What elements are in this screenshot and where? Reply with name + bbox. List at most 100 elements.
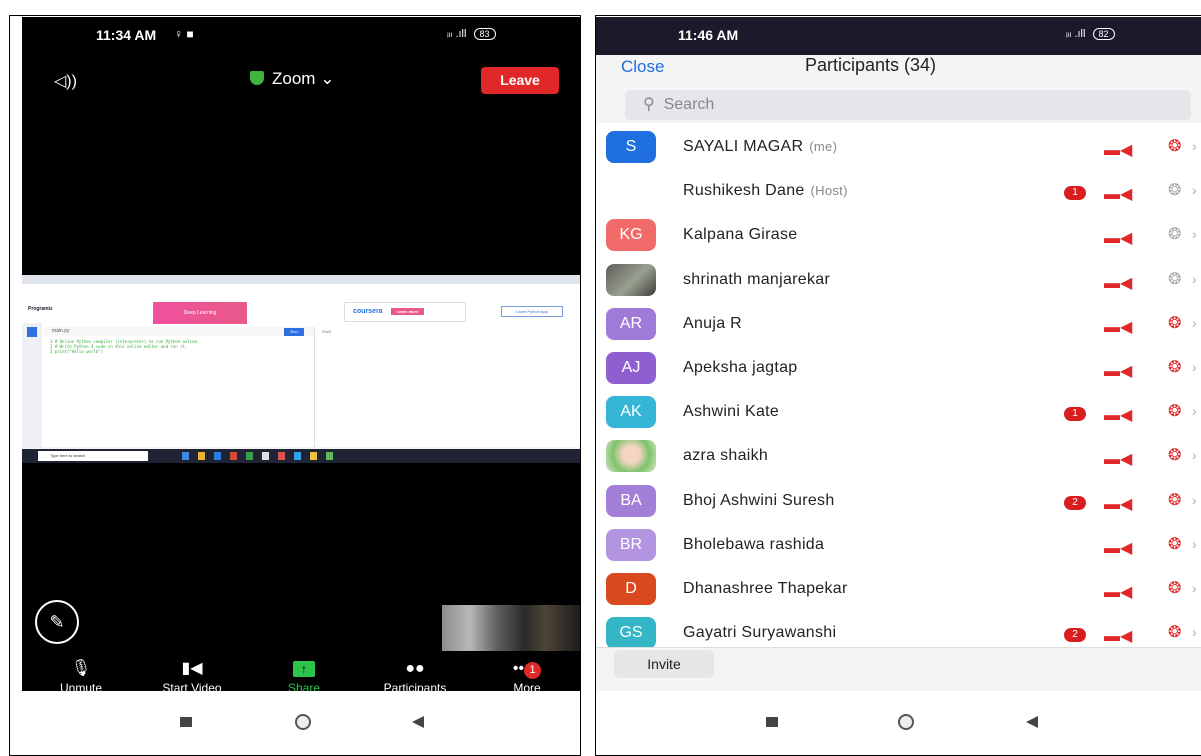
hand-count-badge: 1 [1064, 407, 1086, 422]
participant-row[interactable]: BA Bhoj Ashwini Suresh 2 ▬◀ ❂ › [596, 481, 1201, 525]
microphone-muted-icon: ❂ [1168, 314, 1182, 332]
taskbar-icon [310, 452, 317, 460]
search-icon: ⚲ [643, 96, 664, 113]
status-signal-battery: ᵢₗₗ .ıll 83 [447, 27, 496, 40]
chevron-right-icon: › [1192, 403, 1197, 420]
hand-count-badge: 1 [1064, 186, 1086, 201]
search-input[interactable]: ⚲ Search [625, 90, 1191, 120]
more-button[interactable]: •• 1 More [472, 657, 582, 695]
participant-row[interactable]: Rushikesh Dane (Host) 1 ▬◀ ❂ › [596, 171, 1201, 215]
android-nav-bar [596, 691, 1201, 755]
video-off-icon: ▬◀ [1104, 363, 1133, 380]
annotate-pencil-icon[interactable]: ✎ [35, 600, 79, 644]
signal-icon: ᵢₗₗ .ıll [1066, 28, 1086, 40]
learn-app-button: Learn Python App [501, 306, 563, 317]
status-signal-battery: ᵢₗₗ .ıll 82 [1066, 27, 1115, 40]
chevron-right-icon: › [1192, 624, 1197, 641]
avatar: BA [606, 484, 656, 517]
leave-button[interactable]: Leave [481, 67, 559, 94]
taskbar-search: Type here to search [38, 451, 148, 461]
participant-row[interactable]: shrinath manjarekar ▬◀ ❂ › [596, 260, 1201, 304]
avatar: D [606, 573, 656, 605]
home-icon[interactable] [295, 714, 311, 730]
participant-row[interactable]: AJ Apeksha jagtap ▬◀ ❂ › [596, 348, 1201, 392]
chevron-right-icon: › [1192, 182, 1197, 199]
participant-row[interactable]: D Dhanashree Thapekar ▬◀ ❂ › [596, 569, 1201, 613]
participant-name: Apeksha jagtap [683, 359, 798, 376]
chevron-right-icon: › [1192, 359, 1197, 375]
recents-icon[interactable] [180, 717, 192, 727]
microphone-icon: ❂ [1168, 270, 1182, 288]
share-button[interactable]: ↑ Share [249, 657, 359, 695]
self-video-thumbnail[interactable] [442, 605, 580, 651]
microphone-muted-icon: 🎙︎ [70, 660, 92, 677]
participant-name: azra shaikh [683, 447, 769, 465]
chevron-right-icon: › [1192, 138, 1197, 154]
taskbar-icon [230, 452, 237, 460]
invite-button[interactable]: Invite [614, 650, 714, 678]
status-time: 11:46 AM [678, 27, 739, 43]
taskbar-icon [278, 452, 285, 460]
code-lines: 1 # Online Python compiler (interpreter)… [50, 339, 199, 354]
participants-screen: 11:46 AM ᵢₗₗ .ıll 82 Close Participants … [596, 17, 1201, 755]
chevron-right-icon: › [1192, 447, 1197, 464]
microphone-muted-icon: ❂ [1168, 580, 1182, 597]
microphone-muted-icon: ❂ [1168, 359, 1182, 376]
microphone-muted-icon: ❂ [1168, 624, 1182, 642]
microphone-muted-icon: ❂ [1168, 138, 1182, 155]
home-icon[interactable] [898, 714, 914, 730]
more-badge: 1 [524, 662, 542, 679]
video-off-icon: ▬◀ [1104, 142, 1133, 159]
video-off-icon: ▬◀ [1104, 451, 1133, 469]
hand-count-badge: 2 [1064, 628, 1086, 643]
ad-coursera: coursera Learn more [344, 302, 466, 322]
participant-row[interactable]: azra shaikh ▬◀ ❂ › [596, 436, 1201, 480]
participants-button[interactable]: ●● Participants [360, 657, 470, 695]
editor-sidebar [22, 323, 42, 447]
unmute-button[interactable]: 🎙︎ Unmute [26, 657, 136, 695]
participant-name: Ashwini Kate [683, 403, 780, 421]
taskbar-icon [262, 452, 269, 460]
microphone-muted-icon: ❂ [1168, 535, 1182, 553]
chevron-right-icon: › [1192, 226, 1197, 243]
participant-row[interactable]: AK Ashwini Kate 1 ▬◀ ❂ › [596, 392, 1201, 436]
participant-row[interactable]: S SAYALI MAGAR (me) ▬◀ ❂ › [596, 127, 1201, 171]
participant-name: SAYALI MAGAR (me) [683, 138, 838, 155]
chevron-right-icon: › [1192, 491, 1197, 508]
microphone-muted-icon: ❂ [1168, 447, 1182, 465]
taskbar-icon [246, 452, 253, 460]
avatar: GS [606, 617, 656, 650]
battery-icon: 82 [1092, 28, 1115, 40]
participant-name: Kalpana Girase [683, 226, 798, 244]
close-button[interactable]: Close [621, 57, 664, 77]
chevron-down-icon: ⌄ [320, 69, 335, 88]
recents-icon[interactable] [766, 717, 778, 727]
code-line: 3 print("Hello world") [50, 349, 103, 354]
back-icon[interactable] [412, 716, 424, 728]
taskbar-icon [182, 452, 189, 460]
back-icon[interactable] [1026, 716, 1038, 728]
video-off-icon: ▮◀ [181, 660, 203, 677]
signal-icon: ᵢₗₗ .ıll [447, 28, 467, 40]
participant-row[interactable]: KG Kalpana Girase ▬◀ ❂ › [596, 215, 1201, 259]
participant-row[interactable]: AR Anuja R ▬◀ ❂ › [596, 304, 1201, 348]
file-tab: main.py [44, 327, 314, 336]
video-off-icon: ▬◀ [1104, 584, 1133, 601]
participants-list: S SAYALI MAGAR (me) ▬◀ ❂ › Rushikesh Dane (Ho… [596, 123, 1201, 650]
participant-row[interactable]: BR Bholebawa rashida ▬◀ ❂ › [596, 525, 1201, 569]
zoom-meeting-screen: 11:34 AM ♀ ■ ᵢₗₗ .ıll 83 ◁)) Zoom ⌄ Leav… [22, 17, 580, 755]
chevron-right-icon: › [1192, 535, 1197, 552]
video-off-icon: ▬◀ [1104, 274, 1133, 292]
video-off-icon: ▬◀ [1104, 230, 1133, 248]
speaker-icon[interactable]: ◁)) [54, 71, 77, 91]
start-video-button[interactable]: ▮◀ Start Video [137, 657, 247, 695]
share-arrow-icon: ↑ [293, 661, 315, 677]
page-title: Participants (34) [805, 55, 937, 75]
participant-name: Gayatri Suryawanshi [683, 624, 837, 642]
run-button: Run [284, 328, 304, 336]
meeting-title-dropdown[interactable]: Zoom ⌄ [250, 69, 334, 89]
video-off-icon: ▬◀ [1104, 628, 1133, 646]
site-logo: Programiz [28, 306, 53, 312]
video-off-icon: ▬◀ [1104, 318, 1133, 336]
participant-name: shrinath manjarekar [683, 270, 831, 288]
